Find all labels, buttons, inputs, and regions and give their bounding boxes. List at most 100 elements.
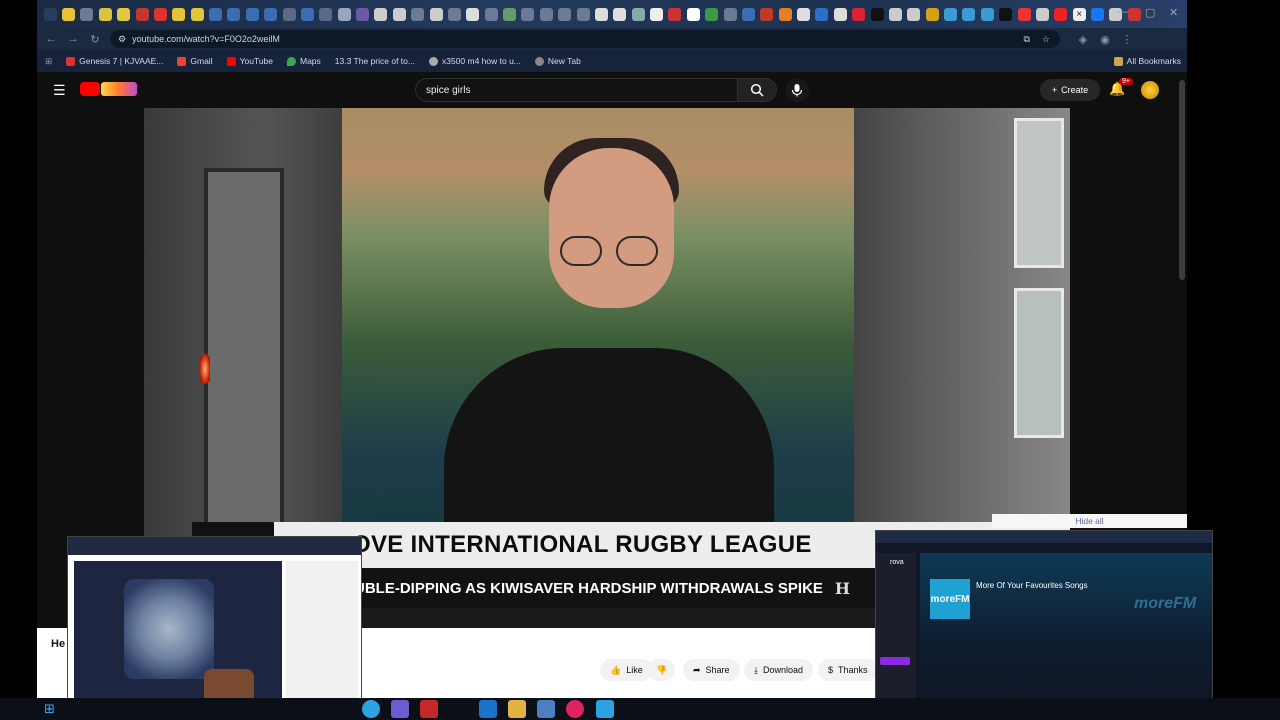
tab-favicon[interactable] [925, 7, 939, 21]
tab-active-close-icon[interactable]: × [1072, 7, 1086, 21]
dislike-button[interactable]: 👎 [648, 659, 676, 681]
windows-start-icon[interactable]: ⊞ [44, 701, 55, 717]
tab-favicon[interactable] [778, 7, 792, 21]
tab-favicon[interactable] [135, 7, 149, 21]
tab-favicon[interactable] [539, 7, 553, 21]
tab-favicon[interactable] [833, 7, 847, 21]
menu-icon[interactable]: ⋮ [1116, 33, 1138, 46]
taskbar-telegram-icon[interactable] [362, 700, 380, 718]
like-button[interactable]: 👍 Like [600, 659, 653, 681]
thanks-button[interactable]: $ Thanks [818, 659, 878, 681]
tab-favicon[interactable] [888, 7, 902, 21]
tab-favicon[interactable] [466, 7, 480, 21]
minimize-icon[interactable]: — [1117, 6, 1128, 18]
voice-search-button[interactable] [785, 78, 809, 102]
reload-icon[interactable]: ↻ [84, 33, 106, 46]
tab-favicon[interactable] [613, 7, 627, 21]
tab-favicon[interactable] [686, 7, 700, 21]
taskbar-file-explorer-icon[interactable] [508, 700, 526, 718]
tab-favicon[interactable] [172, 7, 186, 21]
bookmark-item[interactable]: Maps [287, 56, 321, 66]
tab-favicon[interactable] [503, 7, 517, 21]
address-bar[interactable]: ⚙ youtube.com/watch?v=F0O2o2weilM ⧉ ☆ [110, 30, 1060, 48]
profile-icon[interactable]: ◉ [1094, 33, 1116, 46]
tab-favicon[interactable] [576, 7, 590, 21]
tab-favicon[interactable] [1035, 7, 1049, 21]
bookmark-item[interactable]: New Tab [534, 56, 581, 66]
taskbar-app-icon[interactable] [420, 700, 438, 718]
tab-favicon[interactable] [80, 7, 94, 21]
tab-favicon[interactable] [705, 7, 719, 21]
bookmark-star-icon[interactable]: ☆ [1042, 34, 1050, 45]
bookmark-item[interactable]: x3500 m4 how to u... [428, 56, 521, 66]
hamburger-menu-icon[interactable]: ☰ [53, 82, 66, 99]
tab-favicon[interactable] [594, 7, 608, 21]
taskbar-app-icon[interactable] [566, 700, 584, 718]
search-input[interactable]: spice girls [415, 78, 737, 102]
share-button[interactable]: ➦ Share [683, 659, 740, 681]
tab-favicon[interactable] [429, 7, 443, 21]
taskbar-app-icon[interactable] [596, 700, 614, 718]
taskbar-app-icon[interactable] [537, 700, 555, 718]
apps-icon[interactable]: ⊞ [45, 56, 52, 67]
create-button[interactable]: + Create [1040, 79, 1100, 101]
all-bookmarks[interactable]: All Bookmarks [1113, 56, 1181, 66]
back-icon[interactable]: ← [40, 33, 62, 45]
doodle-logo[interactable] [101, 82, 137, 96]
tab-favicon[interactable] [907, 7, 921, 21]
bookmark-item[interactable]: YouTube [226, 56, 273, 66]
bookmark-item[interactable]: Gmail [177, 56, 213, 66]
tab-favicon[interactable] [741, 7, 755, 21]
maximize-icon[interactable]: ▢ [1145, 6, 1155, 19]
tab-favicon[interactable] [852, 7, 866, 21]
tab-favicon[interactable] [723, 7, 737, 21]
tab-favicon[interactable] [282, 7, 296, 21]
tab-favicon[interactable] [870, 7, 884, 21]
tab-favicon[interactable] [1054, 7, 1068, 21]
scrollbar[interactable] [1179, 80, 1185, 280]
tab-favicon[interactable] [1017, 7, 1031, 21]
tab-favicon[interactable] [227, 7, 241, 21]
tab-favicon[interactable] [631, 7, 645, 21]
tab-favicon[interactable] [392, 7, 406, 21]
install-icon[interactable]: ⧉ [1023, 34, 1029, 45]
search-button[interactable] [737, 78, 777, 102]
extensions-icon[interactable]: ◈ [1072, 33, 1094, 46]
forward-icon[interactable]: → [62, 33, 84, 45]
tab-favicon[interactable] [62, 7, 76, 21]
tab-favicon[interactable] [944, 7, 958, 21]
hide-all-button[interactable]: Hide all [992, 514, 1187, 528]
tab-favicon[interactable] [337, 7, 351, 21]
bookmark-item[interactable]: Genesis 7 | KJVAAE... [66, 56, 163, 66]
taskbar-preview-rova[interactable]: rova moreFM More Of Your Favourites Song… [875, 530, 1213, 720]
tab-search-menu-icon[interactable] [43, 7, 57, 21]
taskbar-outlook-icon[interactable] [479, 700, 497, 718]
tab-favicon[interactable] [1091, 7, 1105, 21]
tab-favicon[interactable] [447, 7, 461, 21]
tab-favicon[interactable] [374, 7, 388, 21]
tab-favicon[interactable] [153, 7, 167, 21]
close-window-icon[interactable]: ✕ [1169, 6, 1178, 19]
tab-favicon[interactable] [411, 7, 425, 21]
tab-favicon[interactable] [760, 7, 774, 21]
tab-favicon[interactable] [245, 7, 259, 21]
tab-favicon[interactable] [98, 7, 112, 21]
tab-favicon[interactable] [999, 7, 1013, 21]
tab-favicon[interactable] [650, 7, 664, 21]
tab-favicon[interactable] [356, 7, 370, 21]
tab-favicon[interactable] [117, 7, 131, 21]
taskbar-app-icon[interactable] [391, 700, 409, 718]
tab-favicon[interactable] [264, 7, 278, 21]
tab-favicon[interactable] [319, 7, 333, 21]
bookmark-item[interactable]: 13.3 The price of to... [335, 56, 415, 66]
avatar[interactable] [1141, 81, 1159, 99]
tab-favicon[interactable] [980, 7, 994, 21]
tab-favicon[interactable] [521, 7, 535, 21]
youtube-logo[interactable] [80, 82, 100, 96]
tab-favicon[interactable] [558, 7, 572, 21]
tab-favicon[interactable] [797, 7, 811, 21]
tab-favicon[interactable] [1127, 7, 1141, 21]
taskbar-preview-browser[interactable] [67, 536, 362, 716]
tab-favicon[interactable] [484, 7, 498, 21]
download-button[interactable]: ⤓ Download [744, 659, 814, 681]
